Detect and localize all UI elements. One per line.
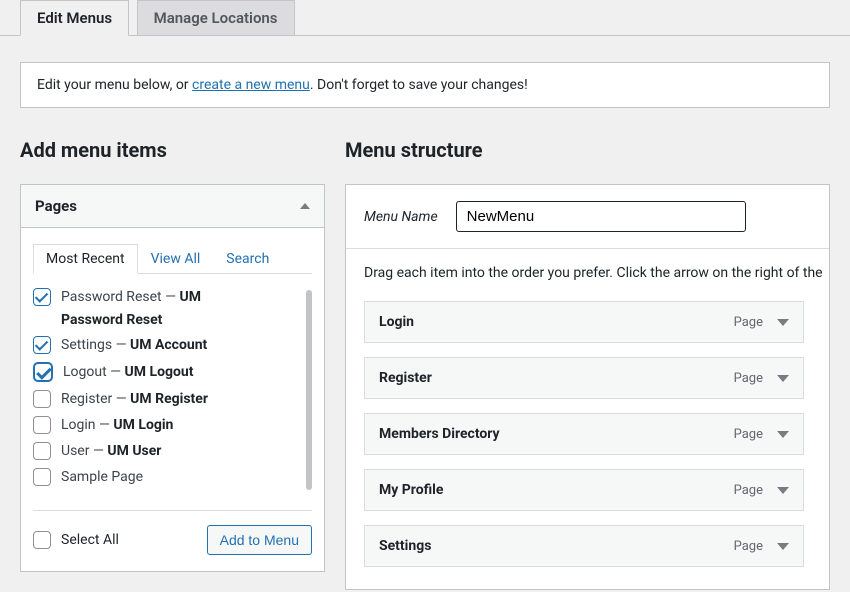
menu-items-list: Login Page Register Page Members Directory Pa…: [364, 301, 829, 567]
page-sublabel: Password Reset: [33, 310, 304, 332]
page-label: Password Reset — UM: [61, 289, 201, 305]
chevron-up-icon: [300, 203, 310, 209]
nav-tab-wrapper: Edit Menus Manage Locations: [0, 0, 850, 36]
menu-item-name: My Profile: [379, 482, 443, 498]
page-checkbox[interactable]: [33, 390, 51, 408]
menu-structure-heading: Menu structure: [345, 138, 830, 162]
select-all-checkbox[interactable]: [33, 531, 51, 549]
menu-item[interactable]: Login Page: [364, 301, 804, 343]
page-label: Settings — UM Account: [61, 337, 207, 353]
add-to-menu-button[interactable]: Add to Menu: [207, 525, 312, 555]
menu-item-name: Register: [379, 370, 432, 386]
page-label: Login — UM Login: [61, 417, 173, 433]
page-checkbox[interactable]: [33, 442, 51, 460]
page-item[interactable]: Logout — UM Logout: [33, 358, 304, 386]
tab-most-recent[interactable]: Most Recent: [33, 244, 138, 274]
menu-item-name: Members Directory: [379, 426, 500, 442]
page-item[interactable]: Password Reset — UM: [33, 284, 304, 310]
tab-search[interactable]: Search: [213, 244, 282, 274]
menu-item[interactable]: Settings Page: [364, 525, 804, 567]
tab-manage-locations[interactable]: Manage Locations: [137, 0, 295, 35]
menu-edit-panel: Menu Name Drag each item into the order …: [345, 184, 830, 590]
page-item[interactable]: Settings — UM Account: [33, 332, 304, 358]
page-checkbox[interactable]: [33, 362, 53, 382]
chevron-down-icon[interactable]: [777, 543, 789, 550]
page-item[interactable]: User — UM User: [33, 438, 304, 464]
menu-item-type: Page: [734, 371, 763, 386]
menu-item-type: Page: [734, 483, 763, 498]
menu-item[interactable]: Register Page: [364, 357, 804, 399]
drag-instructions: Drag each item into the order you prefer…: [364, 265, 829, 281]
add-menu-items-heading: Add menu items: [20, 138, 325, 162]
menu-item-type: Page: [734, 315, 763, 330]
pages-check-list: Password Reset — UM Password Reset Setting…: [33, 284, 304, 490]
menu-name-label: Menu Name: [364, 209, 438, 225]
pages-accordion-header[interactable]: Pages: [21, 185, 324, 228]
menu-name-input[interactable]: [456, 201, 746, 232]
pages-accordion: Pages Most Recent View All Search Passwo…: [20, 184, 325, 572]
menu-item-type: Page: [734, 427, 763, 442]
page-label: User — UM User: [61, 443, 161, 459]
chevron-down-icon[interactable]: [777, 487, 789, 494]
menu-item[interactable]: Members Directory Page: [364, 413, 804, 455]
chevron-down-icon[interactable]: [777, 431, 789, 438]
page-checkbox[interactable]: [33, 416, 51, 434]
menu-item-name: Login: [379, 314, 414, 330]
page-checkbox[interactable]: [33, 468, 51, 486]
page-item[interactable]: Login — UM Login: [33, 412, 304, 438]
page-item[interactable]: Register — UM Register: [33, 386, 304, 412]
page-label: Register — UM Register: [61, 391, 208, 407]
tab-edit-menus[interactable]: Edit Menus: [20, 0, 129, 36]
menu-item-name: Settings: [379, 538, 431, 554]
pages-inner-tabs: Most Recent View All Search: [33, 244, 312, 274]
page-item[interactable]: Sample Page: [33, 464, 304, 490]
menu-item-type: Page: [734, 539, 763, 554]
scrollbar[interactable]: [306, 290, 312, 490]
manage-menus-notice: Edit your menu below, or create a new me…: [20, 62, 830, 108]
select-all[interactable]: Select All: [33, 531, 119, 549]
page-checkbox[interactable]: [33, 336, 51, 354]
create-new-menu-link[interactable]: create a new menu: [192, 77, 310, 93]
page-checkbox[interactable]: [33, 288, 51, 306]
menu-item[interactable]: My Profile Page: [364, 469, 804, 511]
page-label: Sample Page: [61, 469, 143, 485]
page-label: Logout — UM Logout: [63, 364, 193, 380]
chevron-down-icon[interactable]: [777, 375, 789, 382]
tab-view-all[interactable]: View All: [138, 244, 214, 274]
chevron-down-icon[interactable]: [777, 319, 789, 326]
